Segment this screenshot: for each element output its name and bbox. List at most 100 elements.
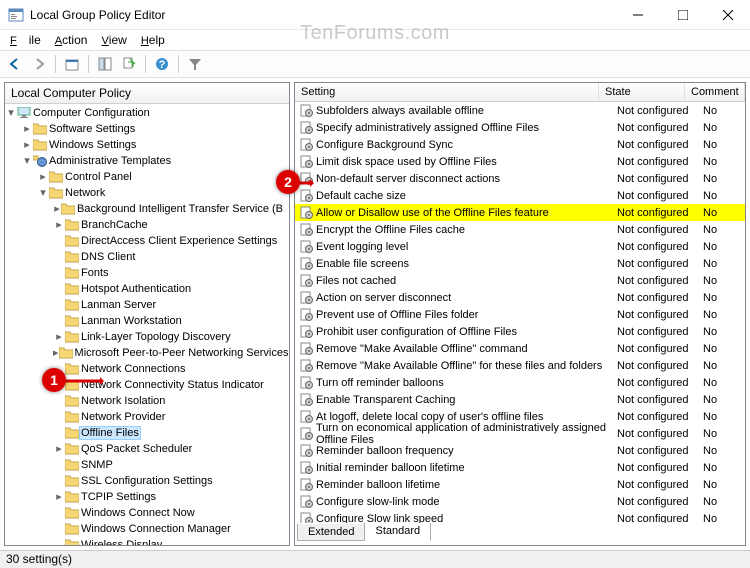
tree-node-computer-configuration[interactable]: ▾Computer Configuration xyxy=(5,105,289,121)
setting-name: Event logging level xyxy=(316,241,408,253)
tree-node-qos-packet-scheduler[interactable]: ▸QoS Packet Scheduler xyxy=(5,441,289,457)
tree-node-tcpip-settings[interactable]: ▸TCPIP Settings xyxy=(5,489,289,505)
setting-row[interactable]: Turn off reminder balloonsNot configured… xyxy=(295,374,745,391)
expand-icon[interactable]: ▸ xyxy=(53,444,65,455)
expand-icon[interactable]: ▸ xyxy=(53,220,65,231)
menu-view[interactable]: View xyxy=(95,32,132,48)
expand-icon[interactable]: ▸ xyxy=(21,124,33,135)
column-state[interactable]: State xyxy=(599,83,685,101)
expand-icon[interactable]: ▸ xyxy=(53,204,61,215)
setting-icon xyxy=(299,138,313,152)
setting-state: Not configured xyxy=(613,479,699,491)
setting-row[interactable]: Limit disk space used by Offline FilesNo… xyxy=(295,153,745,170)
setting-row[interactable]: Encrypt the Offline Files cacheNot confi… xyxy=(295,221,745,238)
setting-row[interactable]: Remove "Make Available Offline" for thes… xyxy=(295,357,745,374)
setting-row[interactable]: Turn on economical application of admini… xyxy=(295,425,745,442)
expand-icon[interactable]: ▸ xyxy=(53,492,65,503)
forward-button[interactable] xyxy=(28,53,50,75)
setting-row[interactable]: Reminder balloon lifetimeNot configuredN… xyxy=(295,476,745,493)
tree-node-software-settings[interactable]: ▸ Software Settings xyxy=(5,121,289,137)
menu-action[interactable]: Action xyxy=(49,32,94,48)
setting-row[interactable]: Default cache sizeNot configuredNo xyxy=(295,187,745,204)
setting-row[interactable]: Files not cachedNot configuredNo xyxy=(295,272,745,289)
setting-comment: No xyxy=(699,156,745,168)
tree-node-ssl-configuration-settings[interactable]: SSL Configuration Settings xyxy=(5,473,289,489)
setting-row[interactable]: Initial reminder balloon lifetimeNot con… xyxy=(295,459,745,476)
setting-row[interactable]: Configure Background SyncNot configuredN… xyxy=(295,136,745,153)
setting-row[interactable]: Enable file screensNot configuredNo xyxy=(295,255,745,272)
help-button[interactable]: ? xyxy=(151,53,173,75)
tree-node-control-panel[interactable]: ▸Control Panel xyxy=(5,169,289,185)
setting-row[interactable]: Enable Transparent CachingNot configured… xyxy=(295,391,745,408)
setting-name: Configure Slow link speed xyxy=(316,513,443,524)
column-comment[interactable]: Comment xyxy=(685,83,745,101)
column-setting[interactable]: Setting xyxy=(295,83,599,101)
statusbar: 30 setting(s) xyxy=(0,550,750,568)
back-button[interactable] xyxy=(4,53,26,75)
setting-state: Not configured xyxy=(613,411,699,423)
expand-icon[interactable]: ▸ xyxy=(37,172,49,183)
tree-node-windows-settings[interactable]: ▸Windows Settings xyxy=(5,137,289,153)
expand-icon[interactable]: ▸ xyxy=(53,332,65,343)
export-button[interactable] xyxy=(118,53,140,75)
tree-node-lanman-workstation[interactable]: Lanman Workstation xyxy=(5,313,289,329)
setting-row[interactable]: Subfolders always available offlineNot c… xyxy=(295,102,745,119)
setting-row[interactable]: Configure Slow link speedNot configuredN… xyxy=(295,510,745,523)
tree-node-administrative-templates[interactable]: ▾Administrative Templates xyxy=(5,153,289,169)
tree-node-lanman-server[interactable]: Lanman Server xyxy=(5,297,289,313)
minimize-button[interactable] xyxy=(615,1,660,29)
setting-row[interactable]: Non-default server disconnect actionsNot… xyxy=(295,170,745,187)
setting-row[interactable]: Remove "Make Available Offline" commandN… xyxy=(295,340,745,357)
policy-tree[interactable]: ▾Computer Configuration ▸ Software Setting… xyxy=(5,104,289,545)
setting-name: Reminder balloon frequency xyxy=(316,445,454,457)
up-button[interactable] xyxy=(61,53,83,75)
tree-node-microsoft-peer-to-peer-network[interactable]: ▸Microsoft Peer-to-Peer Networking Servi… xyxy=(5,345,289,361)
tree-node-fonts[interactable]: Fonts xyxy=(5,265,289,281)
menu-help[interactable]: Help xyxy=(135,32,171,48)
tree-node-branchcache[interactable]: ▸BranchCache xyxy=(5,217,289,233)
tree-node-wireless-display[interactable]: Wireless Display xyxy=(5,537,289,545)
expand-icon[interactable]: ▾ xyxy=(37,188,49,199)
folder-icon xyxy=(49,171,63,183)
setting-row[interactable]: Specify administratively assigned Offlin… xyxy=(295,119,745,136)
setting-row[interactable]: Reminder balloon frequencyNot configured… xyxy=(295,442,745,459)
setting-row[interactable]: Prohibit user configuration of Offline F… xyxy=(295,323,745,340)
maximize-button[interactable] xyxy=(660,1,705,29)
tree-node-windows-connection-manager[interactable]: Windows Connection Manager xyxy=(5,521,289,537)
setting-row[interactable]: Configure slow-link modeNot configuredNo xyxy=(295,493,745,510)
tree-label: Lanman Workstation xyxy=(79,315,184,327)
setting-comment: No xyxy=(699,207,745,219)
close-button[interactable] xyxy=(705,1,750,29)
setting-row[interactable]: Action on server disconnectNot configure… xyxy=(295,289,745,306)
tree-node-background-intelligent-transfe[interactable]: ▸Background Intelligent Transfer Service… xyxy=(5,201,289,217)
expand-icon[interactable]: ▸ xyxy=(21,140,33,151)
tree-node-network-isolation[interactable]: Network Isolation xyxy=(5,393,289,409)
tree-label: Microsoft Peer-to-Peer Networking Servic… xyxy=(73,347,289,359)
tree-node-directaccess-client-experience[interactable]: DirectAccess Client Experience Settings xyxy=(5,233,289,249)
tree-node-dns-client[interactable]: DNS Client xyxy=(5,249,289,265)
tree-node-offline-files[interactable]: Offline Files xyxy=(5,425,289,441)
tab-extended[interactable]: Extended xyxy=(297,524,365,541)
tree-node-snmp[interactable]: SNMP xyxy=(5,457,289,473)
tree-node-network[interactable]: ▾Network xyxy=(5,185,289,201)
setting-row[interactable]: Allow or Disallow use of the Offline Fil… xyxy=(295,204,745,221)
menu-file[interactable]: File xyxy=(4,32,47,48)
setting-comment: No xyxy=(699,343,745,355)
tree-label: Software Settings xyxy=(47,123,137,135)
setting-row[interactable]: Prevent use of Offline Files folderNot c… xyxy=(295,306,745,323)
setting-row[interactable]: Event logging levelNot configuredNo xyxy=(295,238,745,255)
tree-node-network-provider[interactable]: Network Provider xyxy=(5,409,289,425)
setting-icon xyxy=(299,393,313,407)
filter-button[interactable] xyxy=(184,53,206,75)
tree-node-hotspot-authentication[interactable]: Hotspot Authentication xyxy=(5,281,289,297)
tab-standard[interactable]: Standard xyxy=(364,523,431,541)
setting-icon xyxy=(299,274,313,288)
expand-icon[interactable]: ▾ xyxy=(21,156,33,167)
tree-node-link-layer-topology-discovery[interactable]: ▸Link-Layer Topology Discovery xyxy=(5,329,289,345)
expand-icon[interactable]: ▾ xyxy=(5,108,17,119)
tree-node-windows-connect-now[interactable]: Windows Connect Now xyxy=(5,505,289,521)
setting-icon xyxy=(299,121,313,135)
show-hide-tree-button[interactable] xyxy=(94,53,116,75)
tree-header-local-computer-policy[interactable]: Local Computer Policy xyxy=(5,83,289,104)
settings-list[interactable]: Subfolders always available offlineNot c… xyxy=(295,102,745,523)
